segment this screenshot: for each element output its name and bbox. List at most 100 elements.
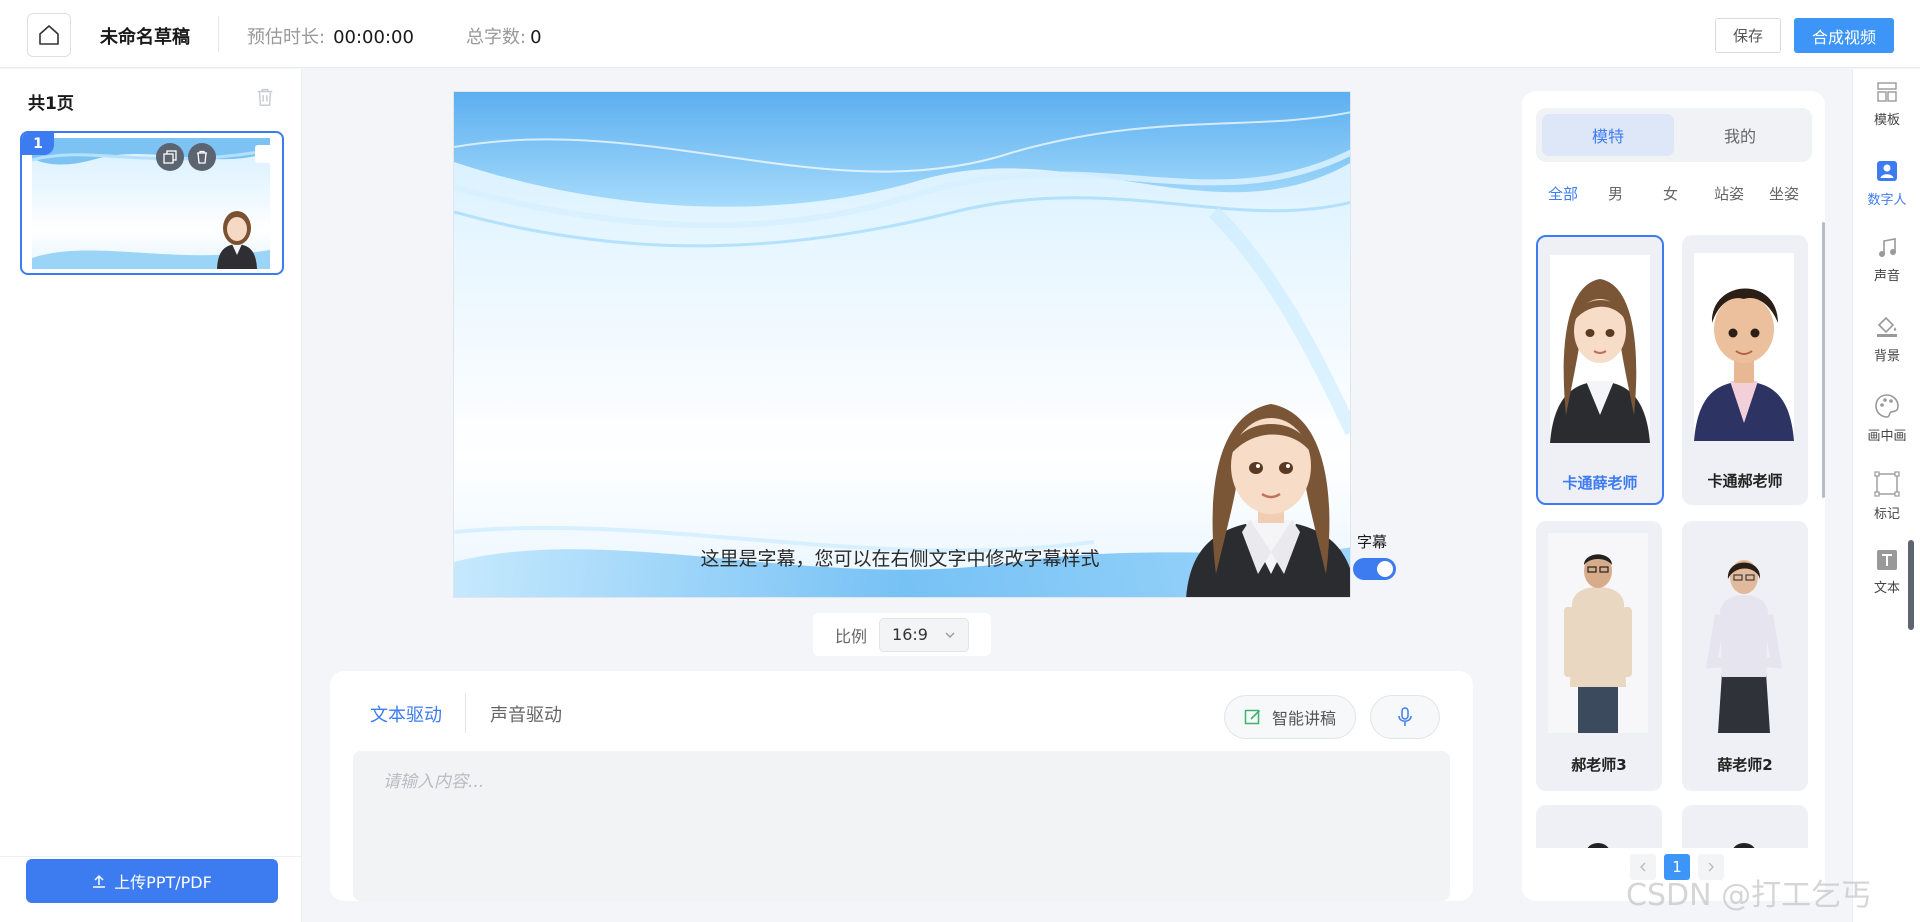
model-list-scrollbar[interactable] xyxy=(1822,222,1825,498)
smart-script-label: 智能讲稿 xyxy=(1271,709,1336,728)
divider xyxy=(0,856,302,857)
subtitle-toggle[interactable] xyxy=(1353,558,1396,580)
chevron-down-icon xyxy=(945,632,955,638)
upload-icon xyxy=(93,874,106,888)
filter-standing[interactable]: 站姿 xyxy=(1714,183,1744,204)
slide-select-checkbox[interactable] xyxy=(255,145,273,163)
tab-text-driven[interactable]: 文本驱动 xyxy=(370,701,442,727)
smart-script-button[interactable]: 智能讲稿 xyxy=(1224,695,1356,739)
filter-female[interactable]: 女 xyxy=(1663,183,1678,204)
tool-mark[interactable]: 标记 xyxy=(1853,471,1920,531)
script-input[interactable] xyxy=(353,751,1450,901)
duration-label: 预估时长: xyxy=(247,27,326,48)
preview-canvas[interactable]: 这里是字幕，您可以在右侧文字中修改字幕样式 xyxy=(453,91,1351,598)
watermark: CSDN @打工乞丐 xyxy=(1626,878,1872,913)
tool-picture-in-picture[interactable]: 画中画 xyxy=(1853,393,1920,453)
female-teacher-photo xyxy=(1706,560,1782,733)
edit-icon xyxy=(1244,709,1261,725)
wordcount-label: 总字数: xyxy=(466,27,527,48)
ratio-value: 16:9 xyxy=(892,625,928,644)
music-note-icon xyxy=(1879,238,1896,257)
trash-icon[interactable] xyxy=(254,86,276,108)
model-filters: 全部 男 女 站姿 坐姿 xyxy=(1522,183,1825,207)
tool-voice[interactable]: 声音 xyxy=(1853,237,1920,297)
tool-template[interactable]: 模板 xyxy=(1853,81,1920,141)
model-image xyxy=(1548,533,1648,733)
slide-list-panel: 共1页 1 上传PPT/PDF xyxy=(0,69,302,922)
upload-ppt-pdf-button[interactable]: 上传PPT/PDF xyxy=(26,859,278,903)
model-source-switch: 模特 我的 xyxy=(1536,108,1812,162)
filter-sitting[interactable]: 坐姿 xyxy=(1769,183,1799,204)
text-icon xyxy=(1877,550,1897,570)
slide-number-badge: 1 xyxy=(22,133,54,155)
tool-label: 背景 xyxy=(1873,349,1900,364)
model-card[interactable]: 郝老师3 xyxy=(1536,521,1662,791)
total-word-count: 总字数: 0 xyxy=(466,23,542,49)
template-icon xyxy=(1877,82,1897,102)
digital-human-panel: 模特 我的 全部 男 女 站姿 坐姿 卡通薛老师 卡通郝老师 郝老师3 薛老师2 xyxy=(1522,91,1825,901)
microphone-button[interactable] xyxy=(1370,695,1440,739)
avatar-figure xyxy=(217,211,257,269)
cartoon-male-teacher-image xyxy=(1694,288,1794,441)
model-name: 卡通薛老师 xyxy=(1562,474,1638,492)
tab-divider xyxy=(465,693,466,733)
page-count: 共1页 xyxy=(28,94,74,114)
paint-bucket-icon xyxy=(1877,316,1897,337)
tool-sidebar: 模板 数字人 声音 背景 画中画 标记 文本 xyxy=(1852,69,1920,922)
tool-label: 标记 xyxy=(1873,507,1900,522)
model-name: 郝老师3 xyxy=(1571,756,1627,774)
toggle-knob xyxy=(1377,561,1393,577)
copy-icon xyxy=(163,150,177,164)
side-scroll-indicator xyxy=(1908,540,1914,630)
cartoon-female-teacher-image xyxy=(1550,279,1650,443)
slide-preview xyxy=(32,138,270,269)
tool-label: 声音 xyxy=(1873,269,1900,284)
upload-label: 上传PPT/PDF xyxy=(114,873,212,892)
trash-icon xyxy=(197,150,207,164)
model-image xyxy=(1694,533,1794,733)
tool-label: 文本 xyxy=(1873,581,1900,596)
home-button[interactable] xyxy=(27,13,71,57)
model-image xyxy=(1550,255,1650,443)
tool-label: 数字人 xyxy=(1867,193,1907,208)
wordcount-value: 0 xyxy=(530,27,542,48)
filter-male[interactable]: 男 xyxy=(1608,183,1623,204)
tab-voice-driven[interactable]: 声音驱动 xyxy=(490,701,562,727)
model-name: 卡通郝老师 xyxy=(1707,472,1783,490)
save-button[interactable]: 保存 xyxy=(1715,18,1781,53)
ratio-select[interactable]: 16:9 xyxy=(879,617,970,652)
microphone-icon xyxy=(1398,707,1412,726)
person-icon xyxy=(1877,161,1897,181)
subtitle-text[interactable]: 这里是字幕，您可以在右侧文字中修改字幕样式 xyxy=(690,544,1110,571)
aspect-ratio-control: 比例 16:9 xyxy=(813,613,991,656)
male-teacher-photo xyxy=(1564,554,1632,733)
tool-background[interactable]: 背景 xyxy=(1853,315,1920,375)
tab-mine[interactable]: 我的 xyxy=(1674,114,1806,156)
script-editor: 文本驱动 声音驱动 智能讲稿 xyxy=(330,671,1473,901)
header-divider xyxy=(218,16,219,52)
tool-label: 画中画 xyxy=(1867,429,1907,444)
model-card[interactable]: 卡通郝老师 xyxy=(1682,235,1808,505)
digital-human-avatar[interactable] xyxy=(1186,374,1351,598)
duration-value: 00:00:00 xyxy=(333,27,414,48)
tab-model[interactable]: 模特 xyxy=(1542,114,1674,156)
compose-video-button[interactable]: 合成视频 xyxy=(1794,18,1894,53)
home-icon xyxy=(39,25,59,45)
estimated-duration: 预估时长: 00:00:00 xyxy=(247,23,414,49)
model-name: 薛老师2 xyxy=(1717,756,1773,774)
model-image xyxy=(1694,253,1794,441)
model-card[interactable]: 薛老师2 xyxy=(1682,521,1808,791)
duplicate-slide-button[interactable] xyxy=(156,143,184,171)
ratio-label: 比例 xyxy=(835,626,868,646)
frame-icon xyxy=(1874,471,1900,497)
tool-label: 模板 xyxy=(1873,113,1900,128)
delete-slide-button[interactable] xyxy=(188,143,216,171)
palette-icon xyxy=(1875,394,1899,418)
tool-digital-human[interactable]: 数字人 xyxy=(1853,159,1920,219)
slide-thumbnail[interactable]: 1 xyxy=(20,131,284,275)
draft-title[interactable]: 未命名草稿 xyxy=(100,23,190,49)
model-card[interactable]: 卡通薛老师 xyxy=(1536,235,1664,505)
subtitle-toggle-label: 字幕 xyxy=(1357,533,1388,551)
filter-all[interactable]: 全部 xyxy=(1548,183,1578,204)
top-header: 未命名草稿 预估时长: 00:00:00 总字数: 0 保存 合成视频 xyxy=(0,0,1920,68)
